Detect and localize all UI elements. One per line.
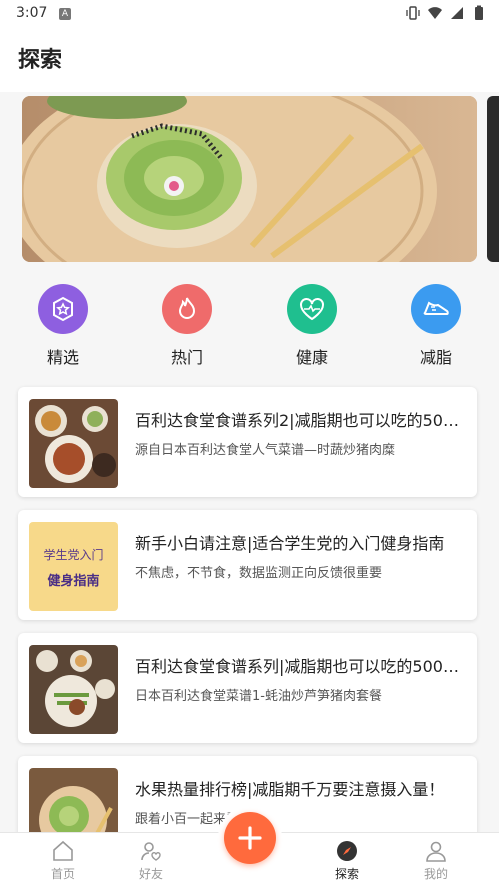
notification-a-icon: A [59, 8, 71, 20]
page-header: 探索 [0, 28, 499, 92]
article-subtitle: 源自日本百利达食堂人气菜谱—时蔬炒猪肉糜 [135, 443, 396, 458]
tab-label: 我的 [423, 867, 448, 881]
heart-pulse-icon [287, 284, 337, 334]
category-fat-loss[interactable]: 减脂 [401, 284, 471, 368]
article-title: 新手小白请注意|适合学生党的入门健身指南 [135, 534, 445, 553]
article-thumbnail: 学生党入门 健身指南 [29, 522, 118, 611]
tab-label: 好友 [138, 867, 163, 881]
signal-icon [451, 7, 463, 19]
article-thumbnail [29, 399, 118, 488]
vibrate-icon [406, 6, 420, 20]
status-bar: 3:07 A [0, 0, 499, 28]
category-featured[interactable]: 精选 [28, 284, 98, 368]
category-label: 健康 [295, 348, 328, 367]
article-title: 百利达食堂食谱系列2|减脂期也可以吃的500卡套餐 [135, 411, 465, 430]
tab-friends[interactable]: 好友 [111, 833, 191, 882]
home-icon [53, 840, 73, 861]
category-hot[interactable]: 热门 [152, 284, 222, 368]
status-time: 3:07 [16, 5, 48, 21]
article-subtitle: 跟着小百一起来看看吧 [135, 812, 266, 827]
article-title: 百利达食堂食谱系列|减脂期也可以吃的500卡套餐 [135, 657, 465, 676]
thumbnail-text: 学生党入门 [43, 548, 104, 562]
thumbnail-text: 健身指南 [47, 574, 100, 589]
tab-home[interactable]: 首页 [23, 833, 103, 882]
friend-heart-icon [141, 842, 161, 861]
plus-icon [238, 826, 262, 850]
category-label: 热门 [170, 348, 203, 367]
banner-next-peek[interactable] [487, 96, 499, 262]
tab-mine[interactable]: 我的 [396, 833, 476, 882]
category-row: 精选 热门 健康 减脂 [0, 284, 499, 368]
article-subtitle: 不焦虑，不节食，数据监测正向反馈很重要 [135, 566, 383, 581]
add-post-button[interactable] [224, 812, 276, 864]
compass-icon [337, 841, 357, 861]
tab-explore[interactable]: 探索 [307, 833, 387, 882]
tab-label: 首页 [50, 867, 75, 881]
category-label: 减脂 [419, 348, 452, 367]
article-card[interactable]: 学生党入门 健身指南 新手小白请注意|适合学生党的入门健身指南 不焦虑，不节食，… [18, 510, 477, 620]
flame-icon [162, 284, 212, 334]
banner-carousel-image[interactable] [22, 96, 477, 262]
status-icons [405, 5, 487, 21]
page-title: 探索 [18, 48, 63, 73]
article-thumbnail [29, 645, 118, 734]
article-card[interactable]: 百利达食堂食谱系列|减脂期也可以吃的500卡套餐 日本百利达食堂菜谱1-蚝油炒芦… [18, 633, 477, 743]
category-label: 精选 [46, 348, 79, 367]
star-badge-icon [38, 284, 88, 334]
avocado-toast-image [22, 96, 477, 262]
tab-label: 探索 [334, 867, 359, 881]
article-subtitle: 日本百利达食堂菜谱1-蚝油炒芦笋猪肉套餐 [135, 689, 382, 704]
battery-icon [475, 5, 483, 20]
sneaker-icon [411, 284, 461, 334]
user-icon [426, 841, 446, 862]
article-title: 水果热量排行榜|减脂期千万要注意摄入量！ [135, 780, 445, 799]
article-card[interactable]: 百利达食堂食谱系列2|减脂期也可以吃的500卡套餐 源自日本百利达食堂人气菜谱—… [18, 387, 477, 497]
category-health[interactable]: 健康 [277, 284, 347, 368]
wifi-icon [428, 7, 442, 19]
